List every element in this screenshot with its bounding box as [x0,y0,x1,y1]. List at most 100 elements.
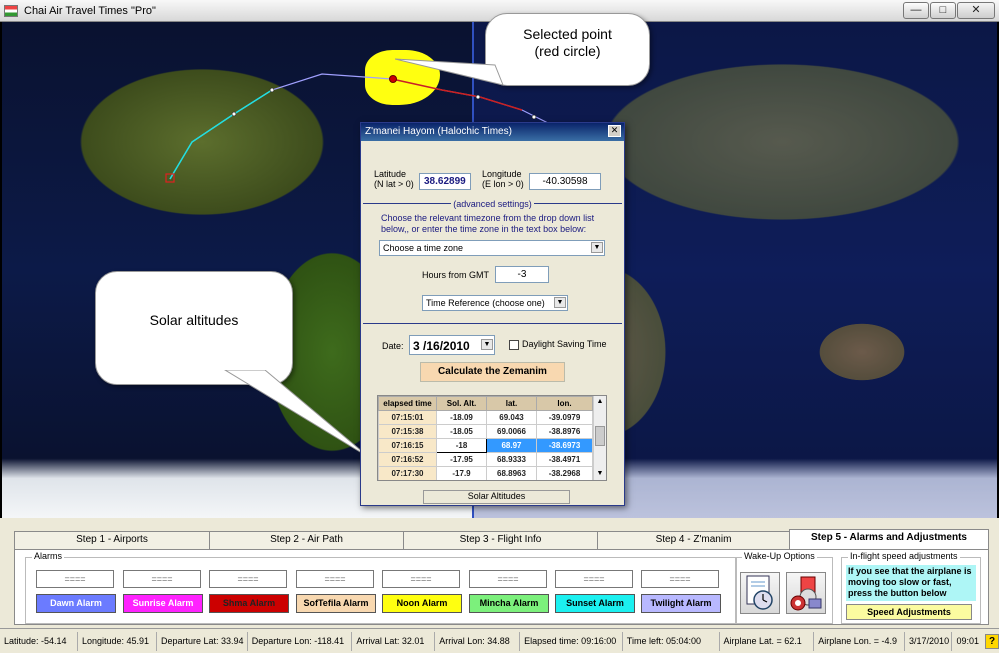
shma-alarm-button[interactable]: Shma Alarm [209,594,289,613]
grid-header[interactable]: lat. [486,396,537,411]
status-airplane-lat: Airplane Lat. = 62.1 [718,631,814,651]
speed-adjustments-button[interactable]: Speed Adjustments [846,604,972,620]
grid-cell[interactable]: -38.6973 [536,438,593,453]
scroll-up-arrow-icon[interactable]: ▲ [594,396,606,408]
table-row[interactable]: 07:16:52 -17.95 68.9333 -38.4971 [378,452,593,467]
alarm-display: ==== [209,570,287,588]
status-departure-lat: Departure Lat: 33.94 [155,631,247,651]
tab-content: Alarms ==== ==== ==== ==== ==== ==== ===… [14,549,989,625]
mincha-alarm-button[interactable]: Mincha Alarm [469,594,549,613]
table-row[interactable]: 07:15:38 -18.05 69.0066 -38.8976 [378,424,593,439]
longitude-label-line1: Longitude [482,169,522,179]
grid-cell[interactable]: -18 [436,438,487,453]
table-row-selected[interactable]: 07:16:15 -18 68.97 -38.6973 [378,438,593,453]
wakeup-options-group: Wake-Up Options [735,551,833,624]
hours-from-gmt-input[interactable]: -3 [495,266,549,283]
tab-air-path[interactable]: Step 2 - Air Path [209,531,404,549]
grid-cell[interactable]: -18.09 [436,410,487,425]
grid-cell[interactable]: 07:16:15 [378,438,437,453]
tab-flight-info[interactable]: Step 3 - Flight Info [403,531,598,549]
alarm-display: ==== [555,570,633,588]
dst-checkbox-row[interactable]: Daylight Saving Time [509,339,607,350]
tab-alarms-adjustments[interactable]: Step 5 - Alarms and Adjustments [789,529,989,550]
grid-cell[interactable]: 07:17:30 [378,466,437,480]
callout-solar-altitudes: Solar altitudes [95,271,293,385]
tab-airports[interactable]: Step 1 - Airports [14,531,210,549]
longitude-label-line2: (E lon > 0) [482,179,524,189]
scroll-down-arrow-icon[interactable]: ▼ [594,468,606,480]
grid-cell[interactable]: 68.9333 [486,452,537,467]
speed-label: In-flight speed adjustments [848,551,960,561]
longitude-input[interactable]: -40.30598 [529,173,601,190]
solar-altitudes-grid[interactable]: elapsed time Sol. Alt. lat. lon. 07:15:0… [377,395,607,481]
alarm-settings-gear-icon[interactable] [786,572,826,614]
time-reference-combo[interactable]: Time Reference (choose one) ▼ [422,295,568,311]
separator [363,323,622,324]
grid-cell[interactable]: -38.4971 [536,452,593,467]
chevron-down-icon[interactable]: ▼ [591,242,603,253]
timezone-combo[interactable]: Choose a time zone ▼ [379,240,605,256]
latitude-label-line2: (N lat > 0) [374,179,414,189]
grid-scrollbar[interactable]: ▲ ▼ [593,396,606,480]
grid-cell[interactable]: 07:16:52 [378,452,437,467]
grid-cell[interactable]: 69.0066 [486,424,537,439]
grid-cell[interactable]: 68.8963 [486,466,537,480]
chevron-down-icon[interactable]: ▼ [554,297,566,308]
alarm-display: ==== [36,570,114,588]
solar-altitudes-button[interactable]: Solar Altitudes [423,490,570,504]
scroll-thumb[interactable] [595,426,605,446]
dialog-close-button[interactable]: ✕ [608,125,621,137]
time-reference-value: Time Reference (choose one) [426,298,545,308]
grid-cell[interactable]: -39.0979 [536,410,593,425]
status-departure-lon: Departure Lon: -118.41 [246,631,352,651]
dawn-alarm-button[interactable]: Dawn Alarm [36,594,116,613]
calculate-zemanim-button[interactable]: Calculate the Zemanim [420,362,565,382]
grid-cell[interactable]: -38.8976 [536,424,593,439]
maximize-button[interactable]: □ [930,2,956,19]
grid-header[interactable]: Sol. Alt. [436,396,487,411]
grid-cell[interactable]: -18.05 [436,424,487,439]
grid-cell[interactable]: 07:15:38 [378,424,437,439]
zmanim-dialog: Z'manei Hayom (Halochic Times) ✕ Latitud… [360,122,625,506]
close-button[interactable]: ✕ [957,2,995,19]
alarms-label: Alarms [32,551,65,561]
window-title: Chai Air Travel Times "Pro" [24,4,156,17]
date-picker[interactable]: 3 /16/2010 ▼ [409,335,495,355]
timezone-combo-value: Choose a time zone [383,243,464,253]
alarm-clock-document-icon[interactable] [740,572,780,614]
advanced-settings-label: (advanced settings) [361,199,624,209]
tab-zmanim[interactable]: Step 4 - Z'manim [597,531,790,549]
grid-cell[interactable]: 69.043 [486,410,537,425]
grid-header[interactable]: elapsed time [378,396,437,411]
speed-adjustments-group: In-flight speed adjustments If you see t… [841,551,981,624]
timezone-instruction: Choose the relevant timezone from the dr… [381,213,595,234]
table-row[interactable]: 07:15:01 -18.09 69.043 -39.0979 [378,410,593,425]
softefila-alarm-button[interactable]: SofTefila Alarm [296,594,376,613]
callout-selected-point: Selected point (red circle) [485,13,650,86]
noon-alarm-button[interactable]: Noon Alarm [382,594,462,613]
grid-cell[interactable]: -38.2968 [536,466,593,480]
grid-cell[interactable]: 68.97 [486,438,537,453]
advanced-settings-text: (advanced settings) [451,199,534,209]
speed-instruction: If you see that the airplane is moving t… [846,565,976,601]
alarm-display: ==== [296,570,374,588]
callout1-pointer [395,58,504,86]
dst-checkbox[interactable] [509,339,519,350]
twilight-alarm-button[interactable]: Twilight Alarm [641,594,721,613]
sunrise-alarm-button[interactable]: Sunrise Alarm [123,594,203,613]
help-icon[interactable]: ? [985,633,999,649]
table-row[interactable]: 07:17:30 -17.9 68.8963 -38.2968 [378,466,593,480]
grid-header[interactable]: lon. [536,396,593,411]
latitude-label: Latitude (N lat > 0) [374,169,414,189]
status-bar: Latitude: -54.14 Longitude: 45.91 Depart… [0,628,999,653]
grid-cell[interactable]: 07:15:01 [378,410,437,425]
latitude-input[interactable]: 38.62899 [419,173,471,190]
grid-cell[interactable]: -17.9 [436,466,487,480]
minimize-button[interactable]: — [903,2,929,19]
wakeup-label: Wake-Up Options [742,551,817,561]
chevron-down-icon[interactable]: ▼ [481,339,493,350]
grid-cell[interactable]: -17.95 [436,452,487,467]
dst-label: Daylight Saving Time [522,339,607,349]
sunset-alarm-button[interactable]: Sunset Alarm [555,594,635,613]
status-elapsed-time: Elapsed time: 09:16:00 [519,631,622,651]
